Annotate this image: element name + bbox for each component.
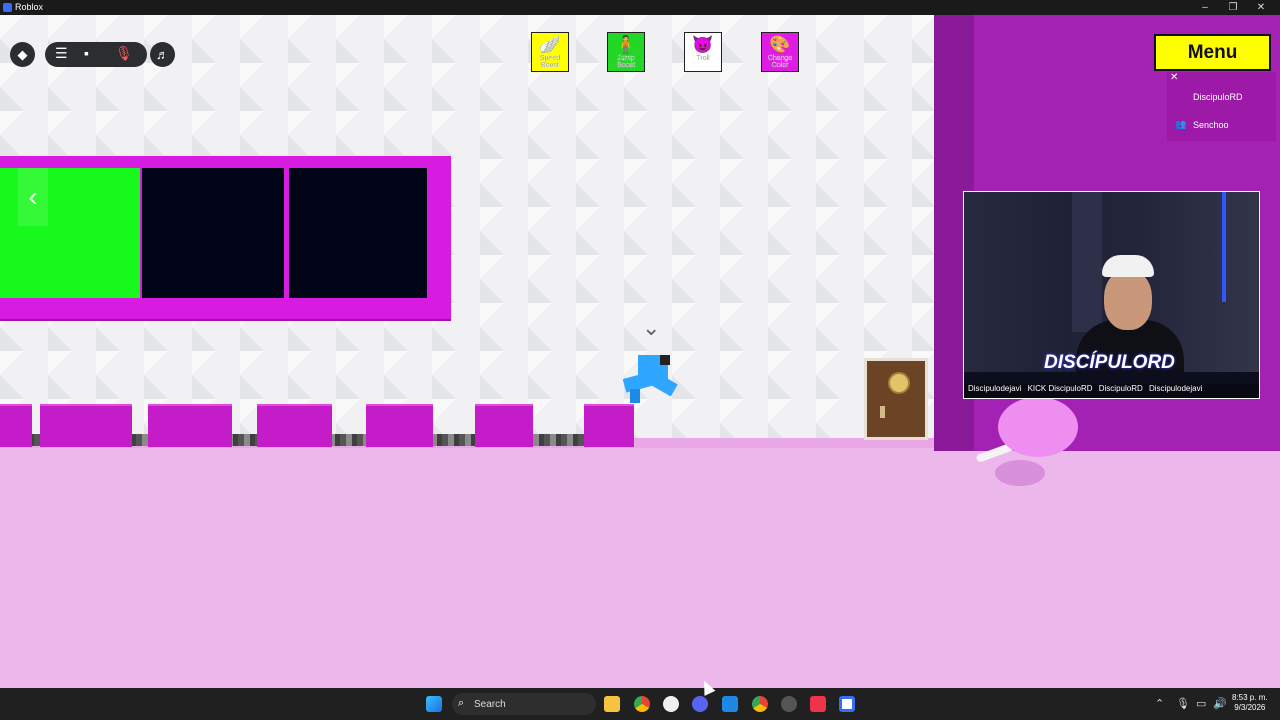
magenta-block	[0, 404, 32, 447]
wooden-door[interactable]	[864, 358, 928, 440]
magenta-block	[366, 404, 433, 447]
lollipop-shadow	[995, 460, 1045, 486]
windows-start-icon[interactable]	[426, 696, 442, 712]
taskbar-search[interactable]: ⌕ Search	[452, 693, 596, 715]
player-avatar	[622, 355, 678, 403]
tool-label: Troll	[696, 55, 710, 62]
mic-muted-icon[interactable]: 🎙	[115, 45, 133, 62]
devil-icon: 😈	[692, 35, 714, 54]
chrome-profile-icon[interactable]	[752, 696, 768, 712]
chrome-icon[interactable]	[634, 696, 650, 712]
taskbar: ⌕ Search ⌃ 🎙 ▭ 🔊 8:53 p. m. 9/3/2026	[0, 688, 1280, 720]
roblox-app-icon[interactable]	[839, 696, 855, 712]
magenta-block	[257, 404, 332, 447]
tool-jump-boost[interactable]: 🧍 Jump Boost	[607, 32, 645, 72]
webcam-light	[1222, 192, 1226, 302]
tool-label: Jump Boost	[617, 55, 635, 69]
webcam-overlay: DISCÍPULORD Discipulodejavi KICK Discipu…	[963, 191, 1260, 399]
chat-icon[interactable]: ▪	[84, 45, 89, 61]
tool-label: Speed Boost	[539, 55, 561, 69]
roblox-menu-icon[interactable]: ◆	[10, 42, 35, 67]
microphone-icon[interactable]: 🎙	[1176, 697, 1190, 710]
clock-date: 9/3/2026	[1234, 703, 1266, 712]
player-list: ✕ DiscipuloRD 👥 Senchoo	[1167, 72, 1276, 141]
streamer-face	[1104, 270, 1152, 330]
search-placeholder: Search	[474, 699, 506, 710]
window-title: Roblox	[15, 2, 44, 12]
topbar-pill: ☰ ▪ 🎙	[45, 42, 147, 67]
clock-time: 8:53 p. m.	[1232, 693, 1268, 702]
player-name[interactable]: Senchoo	[1193, 120, 1229, 130]
hamburger-icon[interactable]: ☰	[55, 45, 68, 62]
door-handle	[880, 406, 885, 418]
webcam-shelf	[1072, 192, 1102, 332]
chevron-down-icon: ⌄	[642, 315, 661, 340]
tool-change-color[interactable]: 🎨 Change Color	[761, 32, 799, 72]
app-icon[interactable]	[781, 696, 797, 712]
black-panel-2	[289, 168, 427, 298]
social-links: Discipulodejavi KICK DiscipuloRD Discipu…	[964, 384, 1259, 398]
minimize-button[interactable]: –	[1190, 0, 1220, 15]
game-viewport[interactable]: ‹ ⌄ ◆ ☰ ▪ 🎙 ♬ 🪽 Speed Boost 🧍 Jump Boost…	[0, 15, 1280, 688]
magenta-block	[40, 404, 132, 447]
close-icon[interactable]: ✕	[1170, 72, 1178, 83]
music-icon[interactable]: ♬	[150, 42, 175, 67]
system-clock[interactable]: 8:53 p. m. 9/3/2026	[1232, 693, 1268, 713]
player-name[interactable]: DiscipuloRD	[1193, 92, 1243, 102]
roblox-window-icon	[3, 3, 12, 12]
maximize-button[interactable]: ❐	[1218, 0, 1248, 15]
door-window	[888, 372, 910, 394]
streamer-cap	[1102, 255, 1154, 277]
figure-icon: 🧍	[615, 35, 637, 54]
stream-brand: DISCÍPULORD	[1044, 352, 1175, 373]
menu-button[interactable]: Menu	[1154, 34, 1271, 71]
color-board: ‹	[0, 156, 451, 321]
chatgpt-icon[interactable]	[663, 696, 679, 712]
social-twitch: DiscipuloRD	[1098, 384, 1143, 393]
window-titlebar: Roblox – ❐ ✕	[0, 0, 1280, 15]
chevron-up-icon[interactable]: ⌃	[1155, 697, 1164, 710]
music-app-icon[interactable]	[810, 696, 826, 712]
bing-icon[interactable]	[722, 696, 738, 712]
lollipop	[998, 397, 1078, 457]
black-panel-1	[142, 168, 284, 298]
search-icon: ⌕	[458, 697, 465, 709]
magenta-block	[148, 404, 232, 447]
social-kick: KICK DiscipuloRD	[1027, 384, 1093, 393]
close-window-button[interactable]: ✕	[1246, 0, 1276, 15]
friends-icon: 👥	[1175, 119, 1187, 129]
tool-troll[interactable]: 😈 Troll	[684, 32, 722, 72]
wing-icon: 🪽	[539, 35, 561, 54]
discord-icon[interactable]	[692, 696, 708, 712]
social-tiktok: Discipulodejavi	[1148, 384, 1203, 393]
magenta-block	[475, 404, 533, 447]
tool-label: Change Color	[767, 55, 793, 69]
volume-icon[interactable]: 🔊	[1213, 697, 1227, 710]
chevron-left-icon[interactable]: ‹	[18, 168, 48, 226]
social-instagram: Discipulodejavi	[968, 384, 1022, 393]
palette-icon: 🎨	[769, 35, 791, 54]
file-explorer-icon[interactable]	[604, 696, 620, 712]
network-icon[interactable]: ▭	[1196, 697, 1206, 710]
tool-speed-boost[interactable]: 🪽 Speed Boost	[531, 32, 569, 72]
